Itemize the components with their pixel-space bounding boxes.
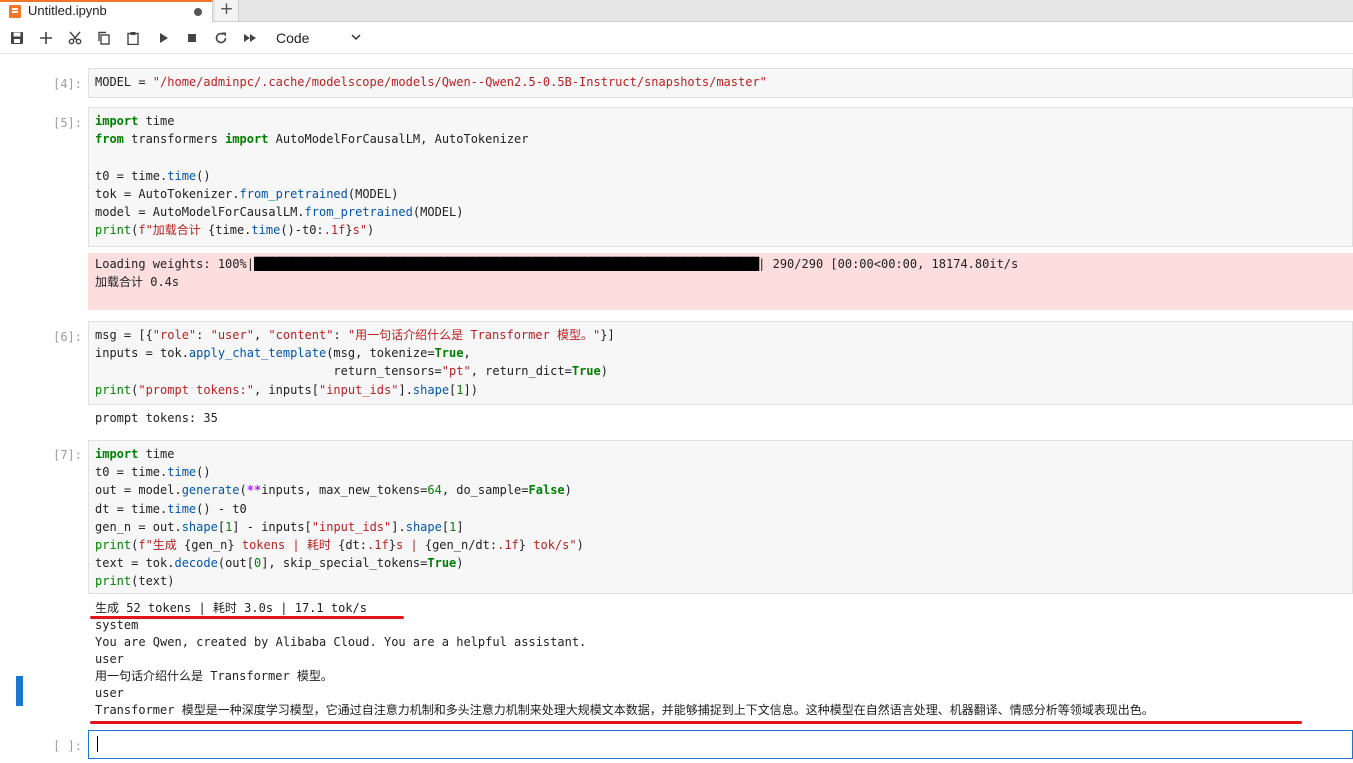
stop-icon[interactable]	[181, 28, 203, 48]
output-line: user	[95, 652, 124, 666]
restart-icon[interactable]	[210, 28, 232, 48]
cell-prompt: [5]:	[53, 116, 82, 130]
code-cell-editor[interactable]: msg = [{"role": "user", "content": "用一句话…	[88, 321, 1353, 405]
copy-icon[interactable]	[93, 28, 115, 48]
notebook-icon	[9, 5, 21, 18]
tab-notebook[interactable]: Untitled.ipynb	[0, 0, 213, 22]
unsaved-dot-icon[interactable]	[194, 8, 202, 16]
paste-icon[interactable]	[122, 28, 144, 48]
code-cell-editor[interactable]: import time t0 = time.time() out = model…	[88, 440, 1353, 594]
text-caret	[97, 736, 98, 752]
output-line: Transformer 模型是一种深度学习模型，它通过自注意力机制和多头注意力机…	[95, 703, 1154, 717]
add-cell-icon[interactable]	[35, 28, 57, 48]
cell-prompt: [7]:	[53, 448, 82, 462]
output-line: 生成 52 tokens | 耗时 3.0s | 17.1 tok/s	[95, 601, 367, 615]
notebook-toolbar: Code	[0, 23, 1353, 54]
empty-code-cell-editor[interactable]	[88, 730, 1353, 759]
code-line: MODEL = "/home/adminpc/.cache/modelscope…	[95, 75, 767, 89]
progress-label: Loading weights: 100%|	[95, 257, 254, 271]
save-icon[interactable]	[6, 28, 28, 48]
stderr-output: Loading weights: 100%|██████████████████…	[88, 253, 1353, 310]
cell-type-dropdown[interactable]: Code	[270, 27, 368, 49]
cell-prompt: [6]:	[53, 330, 82, 344]
active-cell-indicator	[16, 676, 23, 706]
output-line: You are Qwen, created by Alibaba Cloud. …	[95, 635, 587, 649]
fast-forward-icon[interactable]	[239, 28, 261, 48]
cut-icon[interactable]	[64, 28, 86, 48]
code-cell-editor[interactable]: MODEL = "/home/adminpc/.cache/modelscope…	[88, 68, 1353, 98]
output-line: 加载合计 0.4s	[95, 275, 180, 290]
new-tab-button[interactable]: +	[215, 0, 239, 21]
cell-prompt: [ ]:	[53, 739, 82, 753]
tab-title: Untitled.ipynb	[28, 3, 107, 18]
annotation-underline	[90, 616, 404, 619]
progress-stats: | 290/290 [00:00<00:00, 18174.80it/s	[758, 257, 1019, 271]
output-line: system	[95, 618, 139, 632]
cell-type-value: Code	[276, 30, 310, 46]
run-icon[interactable]	[152, 28, 174, 48]
annotation-underline	[90, 721, 1302, 724]
cell-prompt: [4]:	[53, 77, 82, 91]
chevron-down-icon	[351, 34, 361, 41]
notebook-panel: [4]: MODEL = "/home/adminpc/.cache/model…	[0, 55, 1353, 763]
output-line: prompt tokens: 35	[95, 411, 218, 425]
output-line: 用一句话介绍什么是 Transformer 模型。	[95, 669, 333, 683]
code-cell-editor[interactable]: import time from transformers import Aut…	[88, 107, 1353, 247]
output-line: user	[95, 686, 124, 700]
progress-bar: ████████████████████████████████████████…	[253, 257, 759, 271]
tab-bar: Untitled.ipynb +	[0, 0, 1353, 22]
